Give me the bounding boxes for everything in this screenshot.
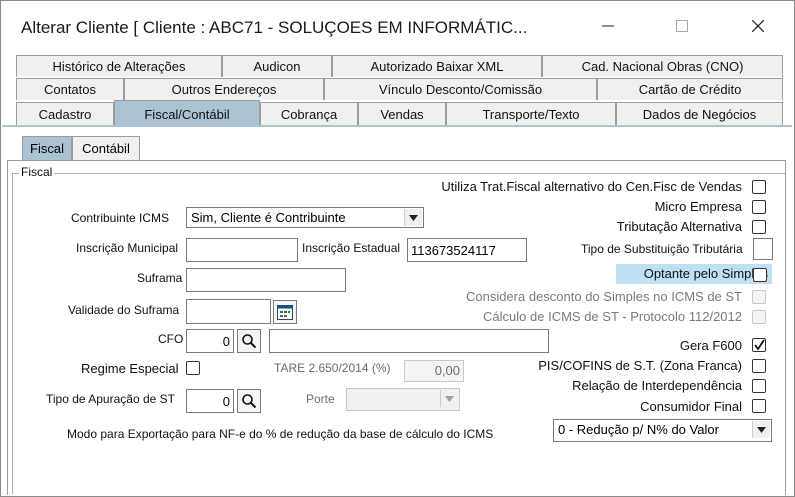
tributacao-alternativa-label: Tributação Alternativa	[616, 219, 742, 234]
tab-dados-negocios[interactable]: Dados de Negócios	[616, 102, 783, 126]
minimize-icon	[602, 25, 614, 27]
regime-especial-label: Regime Especial	[81, 361, 179, 376]
pis-cofins-st-label: PIS/COFINS de S.T. (Zona Franca)	[538, 358, 742, 373]
tab-historico-alteracoes[interactable]: Histórico de Alterações	[16, 55, 222, 77]
tare-field[interactable]: 0,00	[404, 360, 464, 382]
micro-empresa-checkbox[interactable]	[752, 200, 766, 214]
modo-exportacao-label: Modo para Exportação para NF-e do % de r…	[67, 427, 494, 441]
dropdown-arrow	[404, 209, 422, 226]
chevron-down-icon	[445, 395, 454, 402]
porte-select[interactable]	[346, 388, 460, 411]
consumidor-final-checkbox[interactable]	[752, 399, 766, 413]
close-button[interactable]	[735, 9, 781, 43]
tab-vendas[interactable]: Vendas	[358, 102, 446, 126]
minimize-button[interactable]	[585, 9, 631, 43]
gera-f600-label: Gera F600	[679, 338, 742, 353]
search-icon	[242, 394, 257, 409]
modo-exportacao-select[interactable]: 0 - Redução p/ N% do Valor	[553, 419, 772, 442]
contribuinte-icms-label: Contribuinte ICMS	[71, 211, 170, 225]
subtab-fiscal[interactable]: Fiscal	[22, 136, 72, 160]
tipo-apuracao-st-label: Tipo de Apuração de ST	[46, 392, 175, 406]
suframa-label: Suframa	[137, 271, 183, 285]
calendar-button[interactable]	[273, 300, 297, 324]
title-bar: Alterar Cliente [ Cliente : ABC71 - SOLU…	[1, 1, 794, 49]
window: Alterar Cliente [ Cliente : ABC71 - SOLU…	[0, 0, 795, 497]
tipo-apuracao-st-field[interactable]: 0	[186, 389, 234, 413]
cfo-label: CFO	[158, 332, 184, 346]
modo-exportacao-value: 0 - Redução p/ N% do Valor	[558, 422, 719, 437]
considera-desconto-simples-label: Considera desconto do Simples no ICMS de…	[465, 289, 742, 304]
validade-suframa-label: Validade do Suframa	[68, 303, 180, 317]
inscricao-municipal-field[interactable]	[186, 238, 298, 262]
inscricao-estadual-label: Inscrição Estadual	[302, 241, 401, 255]
contribuinte-icms-select[interactable]: Sim, Cliente é Contribuinte	[186, 207, 424, 228]
tributacao-alternativa-checkbox[interactable]	[752, 220, 766, 234]
tab-underline	[2, 125, 792, 127]
optante-simples-label: Optante pelo Simples	[616, 264, 772, 284]
tab-contatos[interactable]: Contatos	[16, 78, 124, 100]
dropdown-arrow	[440, 390, 458, 407]
gera-f600-checkbox[interactable]	[752, 338, 766, 352]
close-icon	[752, 20, 764, 32]
cfo-search-button[interactable]	[237, 329, 261, 353]
maximize-icon	[676, 20, 688, 32]
tipo-subst-tributaria-label: Tipo de Substituição Tributária	[581, 242, 743, 256]
relacao-interdependencia-checkbox[interactable]	[752, 379, 766, 393]
cfo-field[interactable]: 0	[186, 329, 234, 353]
subtab-contabil[interactable]: Contábil	[72, 136, 140, 160]
porte-label: Porte	[306, 392, 335, 406]
utiliza-trat-fiscal-checkbox[interactable]	[752, 180, 766, 194]
tab-cobranca[interactable]: Cobrança	[260, 102, 358, 126]
tipo-subst-tributaria-field[interactable]	[753, 238, 773, 260]
inscricao-estadual-field[interactable]: 113673524117	[407, 238, 527, 262]
tab-outros-enderecos[interactable]: Outros Endereços	[124, 78, 324, 100]
inscricao-municipal-label: Inscrição Municipal	[76, 241, 179, 255]
calendar-icon	[277, 304, 293, 320]
micro-empresa-label: Micro Empresa	[654, 199, 742, 214]
dropdown-arrow	[752, 421, 770, 438]
validade-suframa-field[interactable]	[186, 299, 271, 324]
cfo-description-field[interactable]	[269, 329, 549, 353]
chevron-down-icon	[757, 426, 766, 433]
tab-cad-nacional-obras[interactable]: Cad. Nacional Obras (CNO)	[542, 55, 783, 77]
tab-autorizado-baixar-xml[interactable]: Autorizado Baixar XML	[332, 55, 542, 77]
considera-desconto-simples-checkbox[interactable]	[752, 290, 766, 304]
calculo-icms-st-checkbox[interactable]	[752, 310, 766, 324]
tab-audicon[interactable]: Audicon	[222, 55, 332, 77]
tab-cartao-credito[interactable]: Cartão de Crédito	[597, 78, 783, 100]
calculo-icms-st-label: Cálculo de ICMS de ST - Protocolo 112/20…	[483, 309, 742, 324]
regime-especial-checkbox[interactable]	[186, 361, 200, 375]
tipo-apuracao-search-button[interactable]	[237, 389, 261, 413]
tab-transporte-texto[interactable]: Transporte/Texto	[446, 102, 616, 126]
chevron-down-icon	[409, 214, 418, 221]
suframa-field[interactable]	[186, 268, 346, 292]
tab-cadastro[interactable]: Cadastro	[16, 102, 114, 126]
tab-vinculo-desconto-comissao[interactable]: Vínculo Desconto/Comissão	[324, 78, 597, 100]
tare-label: TARE 2.650/2014 (%)	[274, 361, 391, 375]
optante-simples-checkbox[interactable]	[753, 268, 767, 282]
utiliza-trat-fiscal-label: Utiliza Trat.Fiscal alternativo do Cen.F…	[441, 179, 742, 194]
check-mark-icon	[754, 339, 765, 351]
consumidor-final-label: Consumidor Final	[640, 399, 742, 414]
fiscal-group-label: Fiscal	[19, 165, 55, 179]
pis-cofins-st-checkbox[interactable]	[752, 359, 766, 373]
window-title: Alterar Cliente [ Cliente : ABC71 - SOLU…	[21, 18, 528, 37]
relacao-interdependencia-label: Relação de Interdependência	[572, 378, 742, 393]
search-icon	[242, 334, 257, 349]
tab-fiscal-contabil[interactable]: Fiscal/Contábil	[114, 100, 260, 127]
contribuinte-icms-value: Sim, Cliente é Contribuinte	[191, 210, 346, 225]
maximize-button[interactable]	[659, 9, 705, 43]
